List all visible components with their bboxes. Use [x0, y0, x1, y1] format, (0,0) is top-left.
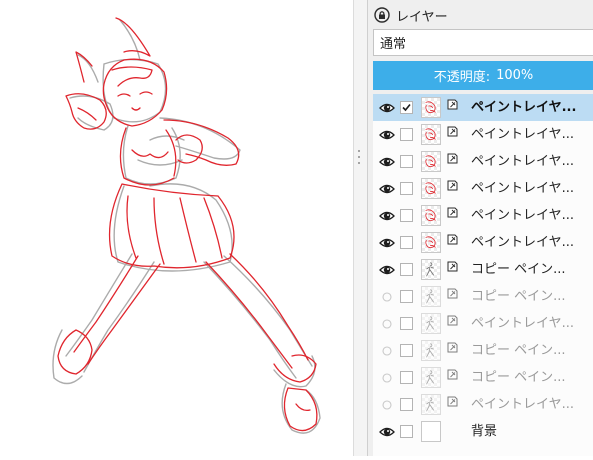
- paint-layer-icon: [447, 311, 458, 326]
- layer-select-checkbox[interactable]: [400, 101, 413, 114]
- eye-icon[interactable]: [379, 154, 395, 168]
- lock-icon[interactable]: [374, 7, 390, 23]
- paint-layer-icon: [447, 257, 458, 272]
- layer-list[interactable]: ペイントレイヤ... ペイントレイヤ... ペイントレイヤ... ペイントレイヤ...…: [373, 94, 593, 456]
- layer-select-checkbox[interactable]: [400, 182, 413, 195]
- layer-select-checkbox[interactable]: [400, 128, 413, 141]
- layer-row[interactable]: ペイントレイヤ...: [373, 175, 593, 202]
- layer-name[interactable]: ペイントレイヤ...: [471, 152, 591, 172]
- panel-title: レイヤー: [396, 9, 448, 25]
- layer-row[interactable]: コピー ペイン...: [373, 256, 593, 283]
- blend-mode-select[interactable]: 通常: [373, 29, 593, 56]
- layers-panel: レイヤー 通常 不透明度: 100% ペイントレイヤ... ペイントレイヤ... ペ…: [367, 0, 593, 456]
- character-sketch: [52, 17, 321, 434]
- layer-name[interactable]: ペイントレイヤ...: [471, 395, 591, 415]
- eye-hidden-icon[interactable]: [379, 316, 395, 330]
- eye-icon[interactable]: [379, 208, 395, 222]
- eye-icon[interactable]: [379, 100, 395, 114]
- layer-name[interactable]: コピー ペイン...: [471, 287, 591, 307]
- paint-layer-icon: [447, 365, 458, 380]
- layer-name[interactable]: 背景: [471, 422, 591, 442]
- layer-row[interactable]: ペイントレイヤ...: [373, 229, 593, 256]
- layer-thumbnail: [421, 367, 441, 388]
- layer-row[interactable]: コピー ペイン...: [373, 337, 593, 364]
- eye-hidden-icon[interactable]: [379, 343, 395, 357]
- layer-thumbnail: [421, 124, 441, 145]
- layer-row[interactable]: ペイントレイヤ...: [373, 391, 593, 418]
- layer-row[interactable]: ペイントレイヤ...: [373, 310, 593, 337]
- layer-select-checkbox[interactable]: [400, 236, 413, 249]
- layer-select-checkbox[interactable]: [400, 317, 413, 330]
- layer-name[interactable]: ペイントレイヤ...: [471, 314, 591, 334]
- eye-icon[interactable]: [379, 424, 395, 438]
- layer-select-checkbox[interactable]: [400, 290, 413, 303]
- layer-select-checkbox[interactable]: [400, 398, 413, 411]
- layer-name[interactable]: ペイントレイヤ...: [471, 98, 591, 118]
- layer-name[interactable]: コピー ペイン...: [471, 260, 591, 280]
- blend-mode-value: 通常: [380, 37, 407, 52]
- layer-select-checkbox[interactable]: [400, 344, 413, 357]
- dock-splitter[interactable]: [353, 0, 368, 456]
- opacity-value: 100%: [496, 68, 534, 83]
- layer-select-checkbox[interactable]: [400, 371, 413, 384]
- paint-layer-icon: [447, 149, 458, 164]
- layer-name[interactable]: ペイントレイヤ...: [471, 179, 591, 199]
- layer-row[interactable]: ペイントレイヤ...: [373, 121, 593, 148]
- paint-layer-icon: [447, 203, 458, 218]
- layer-thumbnail: [421, 232, 441, 253]
- opacity-label: 不透明度:: [433, 70, 491, 85]
- layer-row[interactable]: コピー ペイン...: [373, 283, 593, 310]
- layer-select-checkbox[interactable]: [400, 263, 413, 276]
- layer-row[interactable]: ペイントレイヤ...: [373, 148, 593, 175]
- layer-thumbnail: [421, 97, 441, 118]
- layer-thumbnail: [421, 421, 441, 442]
- paint-layer-icon: [447, 392, 458, 407]
- paint-layer-icon: [447, 338, 458, 353]
- paint-layer-icon: [447, 122, 458, 137]
- layer-thumbnail: [421, 286, 441, 307]
- layer-row[interactable]: コピー ペイン...: [373, 364, 593, 391]
- layer-thumbnail: [421, 151, 441, 172]
- layer-name[interactable]: ペイントレイヤ...: [471, 206, 591, 226]
- layer-thumbnail: [421, 205, 441, 226]
- layer-row[interactable]: 背景: [373, 418, 593, 445]
- eye-icon[interactable]: [379, 127, 395, 141]
- layer-name[interactable]: ペイントレイヤ...: [471, 125, 591, 145]
- paint-layer-icon: [447, 284, 458, 299]
- layer-name[interactable]: コピー ペイン...: [471, 368, 591, 388]
- eye-hidden-icon[interactable]: [379, 289, 395, 303]
- eye-hidden-icon[interactable]: [379, 370, 395, 384]
- drawing-canvas[interactable]: [0, 0, 353, 456]
- layer-select-checkbox[interactable]: [400, 155, 413, 168]
- layer-thumbnail: [421, 313, 441, 334]
- paint-layer-icon: [447, 176, 458, 191]
- splitter-handle[interactable]: [357, 150, 361, 164]
- layer-name[interactable]: コピー ペイン...: [471, 341, 591, 361]
- layer-name[interactable]: ペイントレイヤ...: [471, 233, 591, 253]
- paint-layer-icon: [447, 230, 458, 245]
- eye-icon[interactable]: [379, 235, 395, 249]
- layer-row[interactable]: ペイントレイヤ...: [373, 94, 593, 121]
- eye-icon[interactable]: [379, 262, 395, 276]
- eye-icon[interactable]: [379, 181, 395, 195]
- eye-hidden-icon[interactable]: [379, 397, 395, 411]
- layer-thumbnail: [421, 178, 441, 199]
- paint-layer-icon: [447, 95, 458, 110]
- panel-title-bar: レイヤー: [374, 4, 448, 26]
- layer-row[interactable]: ペイントレイヤ...: [373, 202, 593, 229]
- layer-thumbnail: [421, 340, 441, 361]
- layer-thumbnail: [421, 394, 441, 415]
- layer-select-checkbox[interactable]: [400, 425, 413, 438]
- layer-thumbnail: [421, 259, 441, 280]
- opacity-slider[interactable]: 不透明度: 100%: [373, 61, 593, 90]
- layer-select-checkbox[interactable]: [400, 209, 413, 222]
